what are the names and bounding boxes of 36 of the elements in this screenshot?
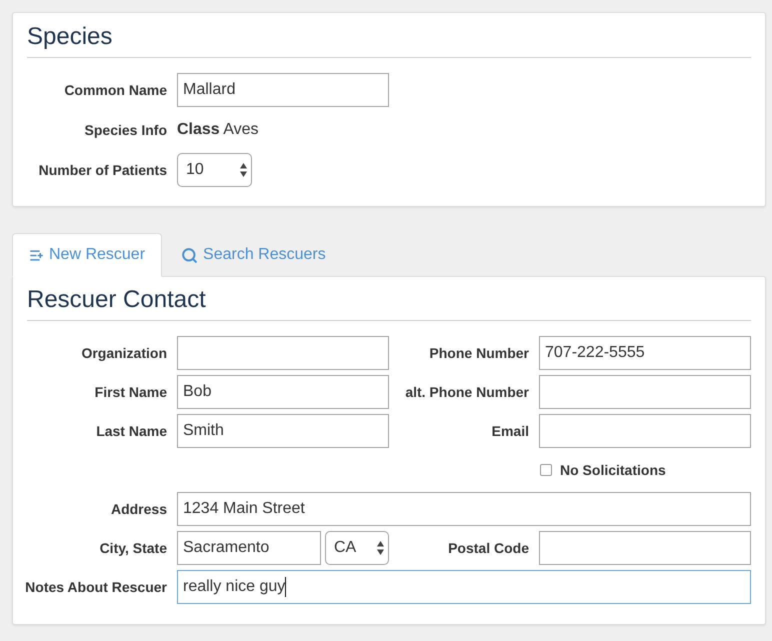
input-field[interactable]: Smith xyxy=(177,414,389,448)
section-title: Rescuer Contact xyxy=(27,285,206,315)
input-field[interactable]: Sacramento xyxy=(177,531,321,565)
field-label: First Name xyxy=(94,382,167,402)
input-field[interactable]: Mallard xyxy=(177,73,389,107)
dropdown-field[interactable]: 10 xyxy=(177,153,252,187)
input-field[interactable] xyxy=(539,414,751,448)
text-cursor-icon xyxy=(285,577,286,597)
input-field[interactable]: 707-222-5555 xyxy=(539,336,751,370)
input-field[interactable]: 1234 Main Street xyxy=(177,492,751,526)
input-field[interactable] xyxy=(539,375,751,409)
search-icon xyxy=(181,246,198,264)
field-label: Postal Code xyxy=(448,538,529,558)
field-label: Species Info xyxy=(84,120,167,140)
input-field[interactable]: really nice guy xyxy=(177,570,751,604)
dropdown-field[interactable]: CA xyxy=(325,531,389,565)
field-label: Phone Number xyxy=(429,344,529,362)
updown-arrows-icon xyxy=(377,541,384,555)
updown-arrows-icon xyxy=(240,163,247,177)
field-label: Email xyxy=(492,422,529,440)
input-field[interactable]: Bob xyxy=(177,375,389,409)
field-label: Notes About Rescuer xyxy=(25,578,167,596)
input-field[interactable] xyxy=(539,531,751,565)
field-label: Number of Patients xyxy=(38,160,167,180)
field-label: Organization xyxy=(81,344,167,363)
list-plus-icon xyxy=(29,248,44,262)
section-title: Species xyxy=(27,22,112,52)
input-field[interactable] xyxy=(177,336,389,370)
checkbox[interactable] xyxy=(540,464,552,476)
field-label: Address xyxy=(110,500,167,518)
field-label: alt. Phone Number xyxy=(405,382,529,402)
field-label: City, State xyxy=(100,538,167,558)
checkbox-label: No Solicitations xyxy=(560,460,666,480)
field-label: Common Name xyxy=(64,80,167,100)
species-info-text: Class Aves xyxy=(177,120,259,140)
field-label: Last Name xyxy=(96,422,167,440)
